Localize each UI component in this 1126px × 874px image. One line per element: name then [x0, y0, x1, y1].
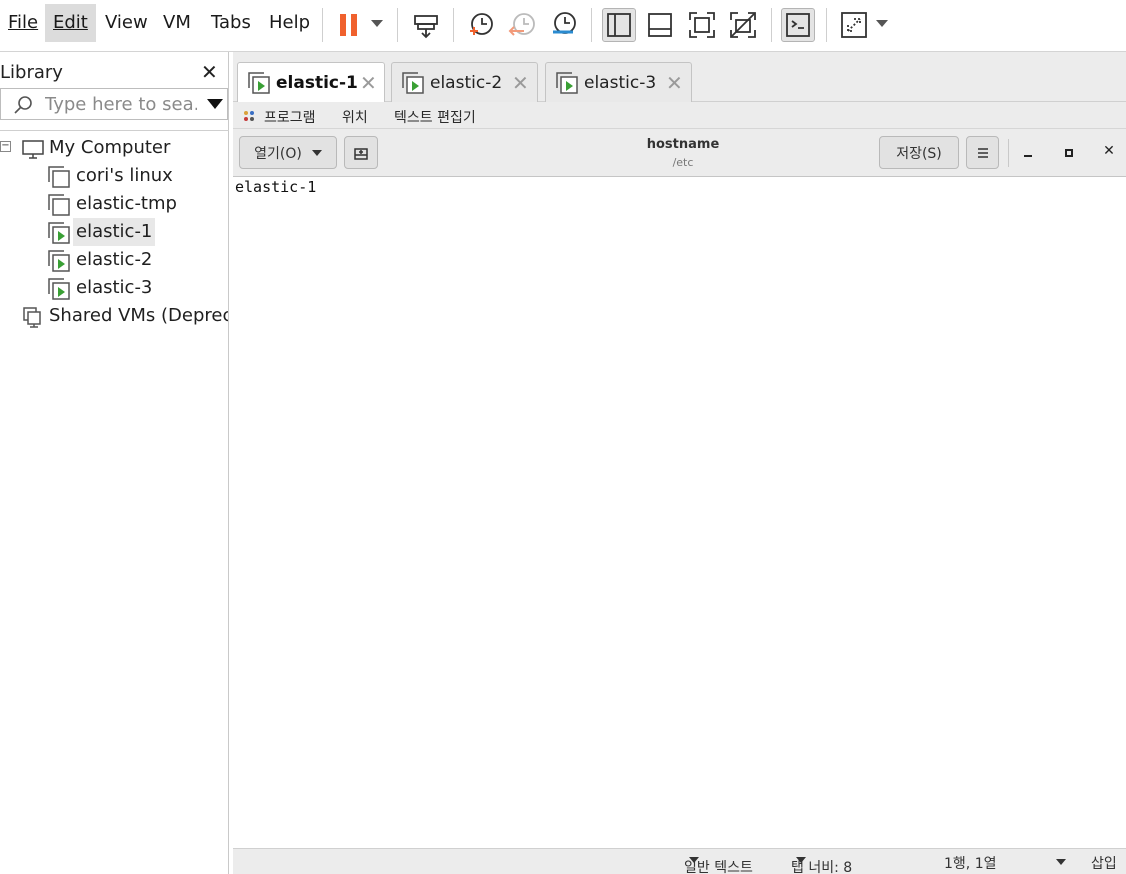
document-content[interactable]: elastic-1: [235, 178, 316, 196]
collapse-toggle-icon[interactable]: −: [0, 141, 11, 152]
headerbar-separator: [1008, 139, 1009, 167]
position-dropdown-icon[interactable]: [1056, 859, 1066, 865]
manage-snapshots-icon: [553, 12, 576, 34]
menu-tabs[interactable]: Tabs: [203, 4, 259, 42]
tab-elastic-3[interactable]: elastic-3 ✕: [545, 62, 692, 102]
minimize-icon[interactable]: [1019, 143, 1039, 163]
vm-running-icon: [48, 222, 70, 244]
places-menu[interactable]: 위치: [342, 107, 368, 127]
new-tab-icon: [354, 147, 368, 160]
app-menu[interactable]: 텍스트 편집기: [394, 107, 476, 127]
menu-edit[interactable]: Edit: [45, 4, 96, 42]
tab-close-icon[interactable]: ✕: [512, 71, 529, 95]
power-dropdown-caret[interactable]: [371, 20, 383, 27]
revert-snapshot-icon: [508, 13, 535, 36]
tree-item-my-computer[interactable]: My Computer: [20, 134, 225, 162]
revert-snapshot-button[interactable]: [505, 8, 539, 42]
toolbar-separator: [322, 8, 323, 42]
full-screen-button[interactable]: [685, 8, 719, 42]
library-title: Library: [0, 62, 63, 83]
save-button[interactable]: 저장(S): [879, 136, 959, 169]
console-view-button[interactable]: [781, 8, 815, 42]
tab-close-icon[interactable]: ✕: [666, 71, 683, 95]
take-snapshot-icon: [470, 13, 493, 35]
tree-item-shared-vms[interactable]: Shared VMs (Depreca: [20, 302, 228, 330]
library-search-input[interactable]: [45, 93, 197, 115]
menu-help[interactable]: Help: [261, 4, 318, 42]
vm-running-icon: [556, 72, 578, 94]
shared-vms-icon: [23, 307, 41, 328]
gnome-foot-icon: [244, 111, 254, 121]
hamburger-icon: [977, 147, 988, 158]
new-document-button[interactable]: [344, 136, 378, 169]
search-icon: [14, 96, 32, 114]
vm-running-icon: [48, 278, 70, 300]
editor-status-bar: 일반 텍스트 탭 너비: 8 1행, 1열 삽입: [233, 848, 1126, 874]
full-screen-icon: [689, 12, 715, 38]
toolbar-separator: [771, 8, 772, 42]
console-view-icon: [786, 13, 810, 37]
unity-button[interactable]: [726, 8, 760, 42]
menu-file[interactable]: File: [0, 4, 46, 42]
programs-menu[interactable]: 프로그램: [264, 107, 316, 127]
tab-elastic-1[interactable]: elastic-1 ✕: [237, 62, 385, 103]
open-button[interactable]: 열기(O): [239, 136, 337, 169]
toolbar-separator: [397, 8, 398, 42]
tree-item-vm[interactable]: cori's linux: [46, 162, 226, 190]
close-icon[interactable]: ✕: [1099, 143, 1119, 163]
show-thumbnail-bar-icon: [648, 13, 672, 37]
insert-mode-indicator: 삽입: [1091, 856, 1117, 872]
tree-item-vm[interactable]: elastic-2: [46, 246, 226, 274]
cursor-position: 1행, 1열: [944, 856, 997, 872]
search-dropdown-icon[interactable]: [207, 99, 223, 109]
show-thumbnail-bar-button[interactable]: [643, 8, 677, 42]
guest-top-bar: 프로그램 위치 텍스트 편집기: [233, 102, 1126, 129]
library-pane: Library ✕ − My Computer cori's linux ela…: [0, 52, 229, 874]
vm-running-icon: [402, 72, 424, 94]
pause-button[interactable]: [332, 8, 366, 42]
vm-running-icon: [48, 250, 70, 272]
take-snapshot-button[interactable]: [463, 8, 497, 42]
document-path: /etc: [672, 156, 694, 169]
menu-vm[interactable]: VM: [155, 4, 199, 42]
tree-item-vm[interactable]: elastic-tmp: [46, 190, 226, 218]
text-editor[interactable]: elastic-1: [233, 178, 1126, 848]
tab-elastic-2[interactable]: elastic-2 ✕: [391, 62, 538, 102]
send-keys-icon: [414, 15, 438, 39]
vm-running-icon: [248, 72, 270, 94]
show-library-icon: [607, 13, 631, 37]
vm-off-icon: [48, 166, 70, 188]
toolbar-separator: [453, 8, 454, 42]
snapshot-manager-button[interactable]: [547, 8, 581, 42]
chevron-down-icon: [311, 149, 322, 156]
library-search: [0, 88, 228, 120]
tree-item-vm-selected[interactable]: elastic-1: [46, 218, 226, 246]
send-ctrl-alt-del-button[interactable]: [409, 8, 443, 42]
menubar: File Edit View VM Tabs Help: [0, 0, 1126, 52]
document-title: hostname: [646, 137, 720, 152]
stretch-guest-button[interactable]: [837, 8, 871, 42]
stretch-dropdown-caret[interactable]: [876, 20, 888, 27]
close-library-icon[interactable]: ✕: [201, 60, 218, 84]
stretch-guest-icon: [841, 12, 867, 38]
vm-console-area: elastic-1 ✕ elastic-2 ✕ elastic-3 ✕ 프로그램…: [233, 52, 1126, 874]
hamburger-menu-button[interactable]: [966, 136, 999, 169]
toolbar-separator: [591, 8, 592, 42]
vm-off-icon: [48, 194, 70, 216]
unity-icon: [730, 12, 756, 38]
toolbar-separator: [826, 8, 827, 42]
vm-tab-strip: elastic-1 ✕ elastic-2 ✕ elastic-3 ✕: [233, 52, 1126, 103]
tab-close-icon[interactable]: ✕: [360, 71, 377, 95]
menu-view[interactable]: View: [97, 4, 156, 42]
show-library-button[interactable]: [602, 8, 636, 42]
editor-headerbar: 열기(O) hostname /etc 저장(S) ✕: [233, 129, 1126, 177]
tree-item-vm[interactable]: elastic-3: [46, 274, 226, 302]
maximize-icon[interactable]: [1060, 143, 1080, 163]
computer-icon: [22, 140, 44, 159]
pause-icon: [340, 14, 357, 36]
library-divider: [0, 130, 229, 131]
